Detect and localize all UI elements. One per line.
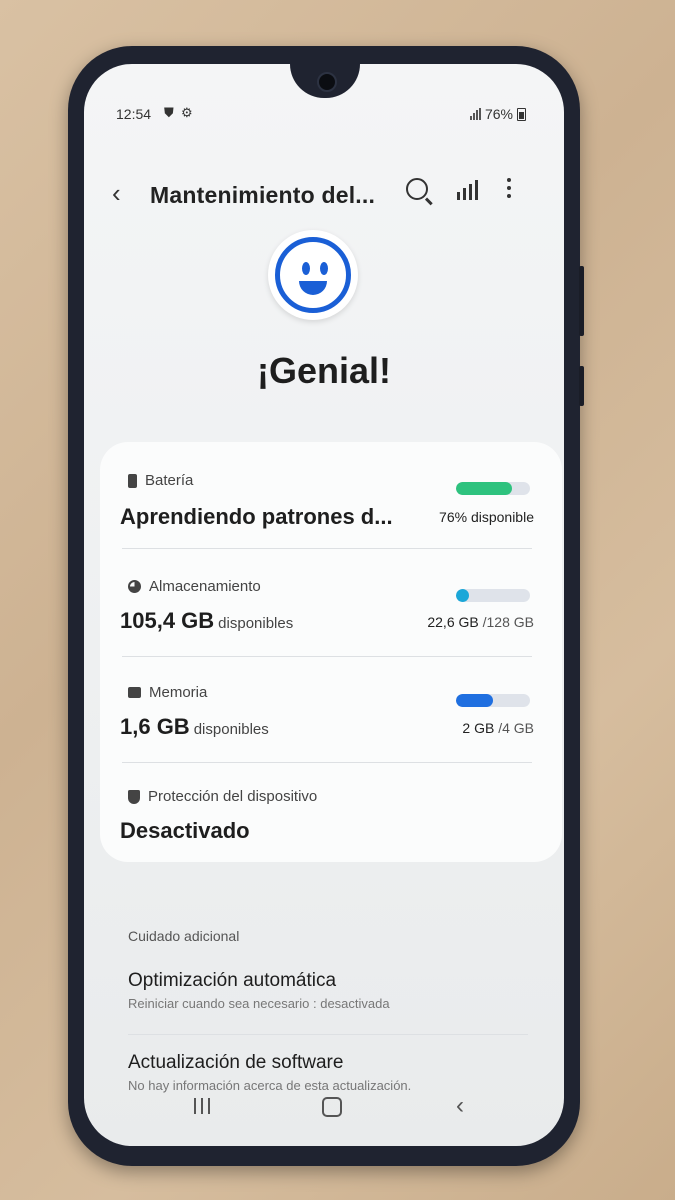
battery-percent: 76% xyxy=(484,106,513,122)
status-time: 12:54 xyxy=(116,106,152,122)
battery-row[interactable]: Batería Aprendiendo patrones d... 76% di… xyxy=(100,442,562,546)
memory-value-suffix: disponibles xyxy=(193,721,269,738)
memory-value: 1,6 GB xyxy=(120,714,190,739)
phone-frame: 12:54 ⛊ ⚙ 76% ‹ Mantenimiento del... ¡Ge… xyxy=(68,46,584,1166)
status-card: Batería Aprendiendo patrones d... 76% di… xyxy=(100,442,562,862)
storage-bar xyxy=(456,589,530,602)
notch xyxy=(290,64,360,98)
memory-label: Memoria xyxy=(149,684,208,701)
shield-icon xyxy=(128,789,140,804)
battery-bar xyxy=(456,482,530,495)
storage-total: /128 GB xyxy=(482,614,534,630)
auto-optimization-item[interactable]: Optimización automática Reiniciar cuando… xyxy=(128,970,538,1011)
app-bar: ‹ Mantenimiento del... xyxy=(84,172,564,216)
power-button xyxy=(579,366,584,406)
divider xyxy=(122,762,532,763)
protection-value: Desactivado xyxy=(120,818,250,843)
memory-row[interactable]: Memoria 1,6 GB disponibles 2 GB /4 GB xyxy=(100,658,562,762)
memory-value-group: 1,6 GB disponibles xyxy=(120,714,269,740)
smiley-icon xyxy=(268,230,358,320)
memory-usage: 2 GB /4 GB xyxy=(462,720,534,736)
memory-used: 2 GB xyxy=(462,720,495,736)
list-item-subtitle: Reiniciar cuando sea necesario : desacti… xyxy=(128,996,390,1011)
storage-label-group: Almacenamiento xyxy=(128,578,261,595)
navigation-bar: ‹ xyxy=(84,1090,564,1140)
recents-icon[interactable] xyxy=(194,1098,210,1114)
battery-value: Aprendiendo patrones d... xyxy=(120,504,393,529)
front-camera-icon xyxy=(317,72,337,92)
battery-icon xyxy=(517,107,526,121)
storage-label: Almacenamiento xyxy=(149,578,261,595)
memory-chip-icon xyxy=(128,687,141,698)
protection-label: Protección del dispositivo xyxy=(148,788,318,805)
storage-usage: 22,6 GB /128 GB xyxy=(427,614,534,630)
shield-icon: ⛊ xyxy=(164,105,174,120)
storage-value-suffix: disponibles xyxy=(218,615,294,632)
protection-row[interactable]: Protección del dispositivo Desactivado xyxy=(100,764,562,860)
back-icon[interactable]: ‹ xyxy=(112,178,121,209)
storage-value-group: 105,4 GB disponibles xyxy=(120,608,293,634)
storage-used: 22,6 GB xyxy=(427,614,479,630)
divider xyxy=(122,548,532,549)
back-icon[interactable]: ‹ xyxy=(456,1092,464,1120)
battery-available: 76% disponible xyxy=(439,509,534,525)
status-bar: 12:54 ⛊ ⚙ 76% xyxy=(84,104,564,126)
volume-button xyxy=(579,266,584,336)
divider xyxy=(122,656,532,657)
battery-label-group: Batería xyxy=(128,472,193,489)
bar-chart-icon[interactable] xyxy=(457,180,478,200)
divider xyxy=(128,1034,528,1035)
status-title: ¡Genial! xyxy=(256,350,391,391)
gear-icon: ⚙ xyxy=(181,105,193,120)
memory-label-group: Memoria xyxy=(128,684,207,701)
signal-icon xyxy=(469,108,481,120)
home-icon[interactable] xyxy=(322,1097,342,1117)
battery-icon xyxy=(128,473,137,488)
storage-value: 105,4 GB xyxy=(120,608,215,633)
battery-label: Batería xyxy=(145,472,194,489)
storage-bar-fill xyxy=(456,589,470,602)
storage-row[interactable]: Almacenamiento 105,4 GB disponibles 22,6 … xyxy=(100,550,562,654)
memory-bar-fill xyxy=(456,694,493,707)
memory-bar xyxy=(456,694,530,707)
screen: 12:54 ⛊ ⚙ 76% ‹ Mantenimiento del... ¡Ge… xyxy=(84,64,564,1146)
pie-chart-icon xyxy=(128,580,141,593)
list-item-title: Actualización de software xyxy=(128,1052,344,1073)
section-header: Cuidado adicional xyxy=(128,928,240,944)
more-options-icon[interactable] xyxy=(507,178,511,198)
search-icon[interactable] xyxy=(406,178,428,200)
status-right: 76% xyxy=(469,106,526,122)
battery-bar-fill xyxy=(456,482,513,495)
list-item-title: Optimización automática xyxy=(128,970,337,991)
protection-label-group: Protección del dispositivo xyxy=(128,788,317,805)
software-update-item[interactable]: Actualización de software No hay informa… xyxy=(128,1052,538,1093)
memory-total: /4 GB xyxy=(498,720,534,736)
page-title: Mantenimiento del... xyxy=(150,182,376,208)
